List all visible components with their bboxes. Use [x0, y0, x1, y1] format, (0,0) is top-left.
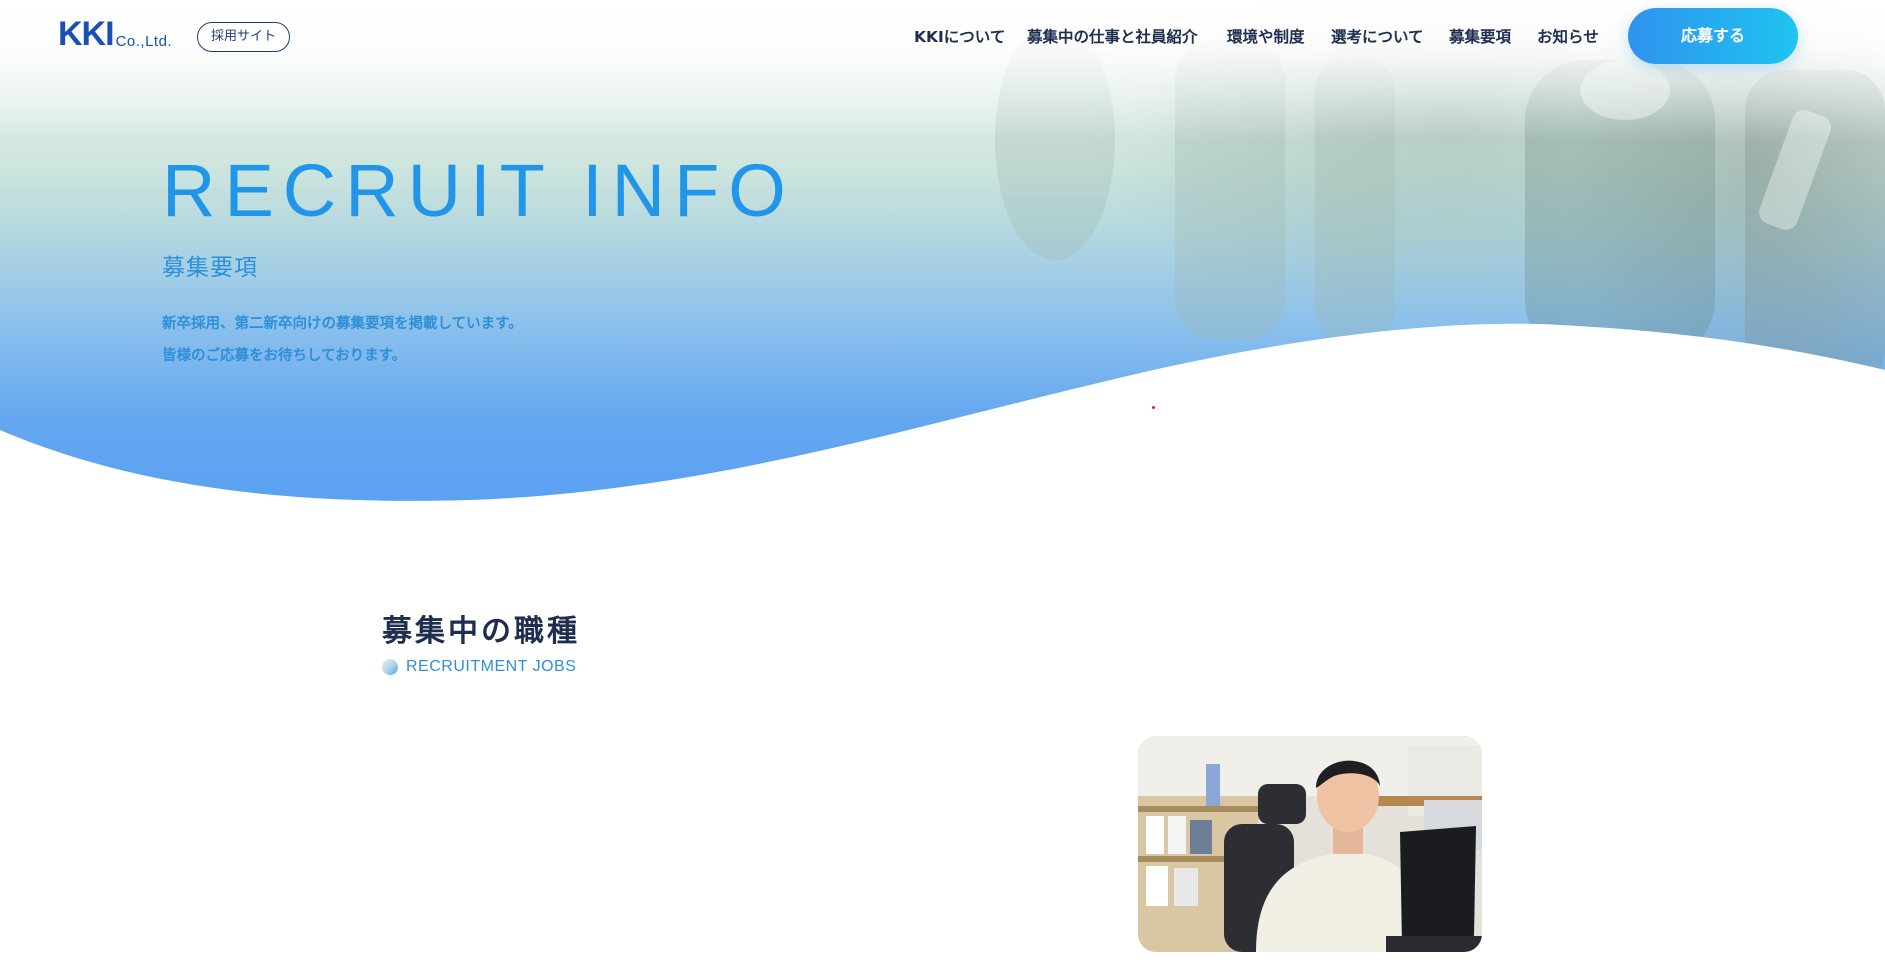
logo-company-suffix: Co.,Ltd. [115, 33, 173, 50]
nav-item-requirements[interactable]: 募集要項 [1449, 25, 1511, 47]
jobs-section-title: 募集中の職種 [382, 614, 580, 649]
decorative-dot [1152, 406, 1155, 409]
hero-section: RECRUIT INFO 募集要項 新卒採用、第二新卒向けの募集要項を掲載してい… [0, 0, 1885, 520]
jobs-section-subtitle-text: RECRUITMENT JOBS [406, 658, 577, 675]
hero-description-line: 皆様のご応募をお待ちしております。 [162, 348, 407, 364]
site-header: KKI Co.,Ltd. 採用サイト KKIについて 募集中の仕事と社員紹介 環… [0, 0, 1885, 72]
hero-title: RECRUIT INFO [162, 149, 795, 232]
nav-item-selection[interactable]: 選考について [1331, 25, 1424, 47]
hero-description-line: 新卒採用、第二新卒向けの募集要項を掲載しています。 [162, 316, 523, 332]
nav-item-about[interactable]: KKIについて [914, 25, 1005, 47]
hero-subtitle: 募集要項 [162, 255, 258, 281]
recruit-site-badge[interactable]: 採用サイト [197, 22, 291, 52]
hero-wave-shape [0, 323, 1885, 520]
employee-photo[interactable] [1138, 736, 1482, 952]
jobs-section-subtitle: RECRUITMENT JOBS [382, 658, 576, 676]
employee-photo-illustration [1138, 736, 1482, 952]
apply-button[interactable]: 応募する [1628, 8, 1798, 64]
nav-item-jobs-and-staff[interactable]: 募集中の仕事と社員紹介 [1027, 25, 1198, 47]
logo-mark: KKI [58, 15, 115, 53]
gradient-dot-icon [382, 659, 398, 675]
nav-item-news[interactable]: お知らせ [1537, 25, 1599, 47]
company-logo[interactable]: KKI Co.,Ltd. [58, 16, 172, 52]
nav-item-environment[interactable]: 環境や制度 [1227, 25, 1305, 47]
hero-description: 新卒採用、第二新卒向けの募集要項を掲載しています。 皆様のご応募をお待ちしており… [162, 308, 523, 372]
